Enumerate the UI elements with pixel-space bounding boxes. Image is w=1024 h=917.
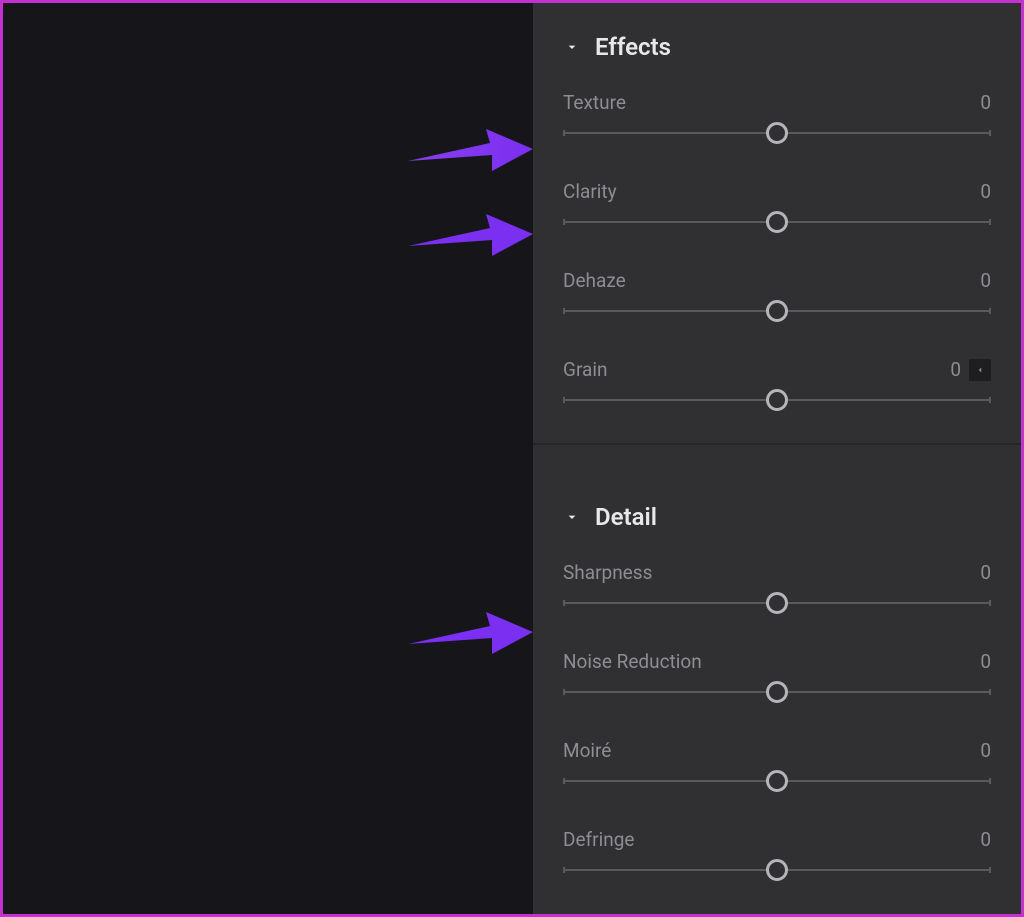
expand-left-icon[interactable] bbox=[969, 359, 991, 381]
edit-panel: Effects Texture 0 Clarity 0 bbox=[533, 3, 1021, 914]
clarity-slider[interactable] bbox=[563, 211, 991, 233]
detail-panel-title: Detail bbox=[595, 503, 657, 531]
slider-thumb[interactable] bbox=[766, 859, 788, 881]
detail-panel: Detail Sharpness 0 Noise Reduction 0 bbox=[533, 443, 1021, 881]
clarity-label: Clarity bbox=[563, 180, 617, 203]
dehaze-value[interactable]: 0 bbox=[980, 269, 991, 292]
grain-slider[interactable] bbox=[563, 389, 991, 411]
slider-thumb[interactable] bbox=[766, 211, 788, 233]
slider-thumb[interactable] bbox=[766, 681, 788, 703]
detail-panel-header[interactable]: Detail bbox=[533, 475, 1021, 541]
grain-value-text: 0 bbox=[950, 358, 961, 381]
dehaze-slider-row: Dehaze 0 bbox=[563, 269, 991, 322]
slider-thumb[interactable] bbox=[766, 300, 788, 322]
clarity-slider-row: Clarity 0 bbox=[563, 180, 991, 233]
texture-slider[interactable] bbox=[563, 122, 991, 144]
slider-thumb[interactable] bbox=[766, 122, 788, 144]
clarity-value[interactable]: 0 bbox=[980, 180, 991, 203]
sharpness-label: Sharpness bbox=[563, 561, 652, 584]
chevron-down-icon bbox=[563, 508, 581, 526]
noise-reduction-label: Noise Reduction bbox=[563, 650, 702, 673]
defringe-value[interactable]: 0 bbox=[980, 828, 991, 851]
noise-reduction-slider-row: Noise Reduction 0 bbox=[563, 650, 991, 703]
chevron-down-icon bbox=[563, 38, 581, 56]
slider-thumb[interactable] bbox=[766, 592, 788, 614]
dehaze-label: Dehaze bbox=[563, 269, 626, 292]
effects-panel-title: Effects bbox=[595, 33, 671, 61]
texture-label: Texture bbox=[563, 91, 626, 114]
moire-value[interactable]: 0 bbox=[980, 739, 991, 762]
preview-area bbox=[3, 3, 533, 914]
sharpness-slider[interactable] bbox=[563, 592, 991, 614]
effects-panel-header[interactable]: Effects bbox=[533, 3, 1021, 71]
grain-value[interactable]: 0 bbox=[950, 358, 991, 381]
defringe-label: Defringe bbox=[563, 828, 634, 851]
grain-label: Grain bbox=[563, 358, 607, 381]
sharpness-value[interactable]: 0 bbox=[980, 561, 991, 584]
dehaze-slider[interactable] bbox=[563, 300, 991, 322]
slider-thumb[interactable] bbox=[766, 389, 788, 411]
effects-panel: Effects Texture 0 Clarity 0 bbox=[533, 3, 1021, 421]
moire-label: Moiré bbox=[563, 739, 611, 762]
noise-reduction-slider[interactable] bbox=[563, 681, 991, 703]
moire-slider-row: Moiré 0 bbox=[563, 739, 991, 792]
texture-slider-row: Texture 0 bbox=[563, 91, 991, 144]
defringe-slider[interactable] bbox=[563, 859, 991, 881]
defringe-slider-row: Defringe 0 bbox=[563, 828, 991, 881]
grain-slider-row: Grain 0 bbox=[563, 358, 991, 411]
slider-thumb[interactable] bbox=[766, 770, 788, 792]
moire-slider[interactable] bbox=[563, 770, 991, 792]
noise-reduction-value[interactable]: 0 bbox=[980, 650, 991, 673]
sharpness-slider-row: Sharpness 0 bbox=[563, 561, 991, 614]
texture-value[interactable]: 0 bbox=[980, 91, 991, 114]
